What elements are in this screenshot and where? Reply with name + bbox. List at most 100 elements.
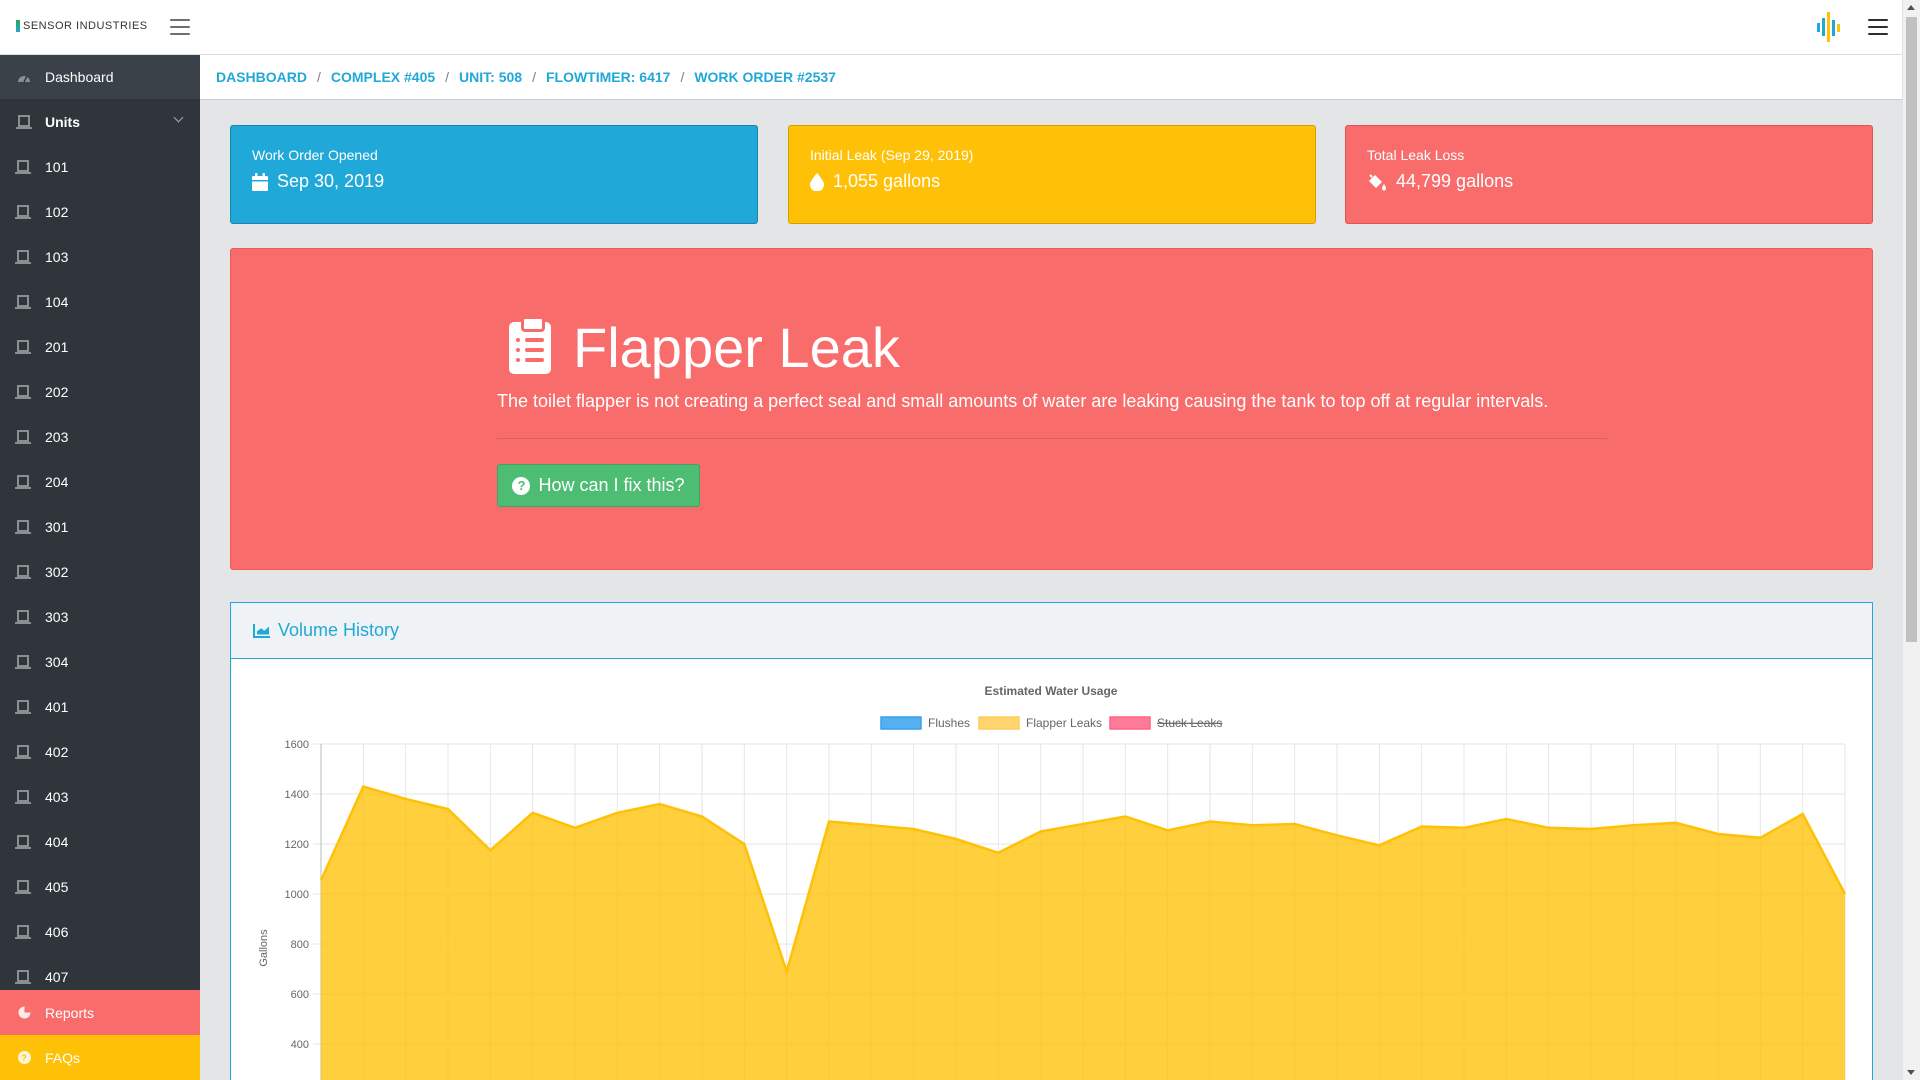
breadcrumb-item[interactable]: UNIT: 508 (459, 69, 522, 85)
legend-swatch (1109, 716, 1151, 730)
button-label: How can I fix this? (538, 475, 685, 495)
total-leak-loss-card: Total Leak Loss 44,799 gallons (1345, 125, 1873, 224)
sidebar-item-unit[interactable]: 303 (0, 594, 200, 639)
building-icon (15, 610, 31, 624)
sidebar-item-label: 403 (45, 788, 69, 805)
y-tick-label: 400 (291, 1039, 309, 1051)
sidebar-item-units[interactable]: Units (0, 99, 200, 144)
breadcrumb-item[interactable]: FLOWTIMER: 6417 (546, 69, 670, 85)
building-icon (15, 790, 31, 804)
legend-label: Flapper Leaks (1026, 716, 1102, 730)
droplet-icon (810, 172, 824, 191)
leak-diagnosis-panel: Flapper Leak The toilet flapper is not c… (230, 248, 1873, 570)
building-icon (15, 925, 31, 939)
question-circle-icon: ? (512, 476, 531, 495)
sidebar-item-unit[interactable]: 406 (0, 909, 200, 954)
y-tick-label: 1600 (285, 739, 309, 751)
area-chart-icon (253, 623, 270, 638)
building-icon (15, 475, 31, 489)
legend-swatch (978, 716, 1020, 730)
units-submenu: 101 102 103 104 201 202 203 204 301 302 303 304 401 4… (0, 144, 200, 999)
logo-text: SENSOR INDUSTRIES (23, 20, 148, 32)
building-icon (15, 520, 31, 534)
sidebar-item-label: 302 (45, 563, 69, 580)
sidebar-item-label: Dashboard (45, 69, 114, 85)
sidebar-item-unit[interactable]: 203 (0, 414, 200, 459)
sidebar-item-unit[interactable]: 102 (0, 189, 200, 234)
divider (497, 438, 1607, 439)
sidebar-item-label: 406 (45, 923, 69, 940)
building-icon (15, 430, 31, 444)
sidebar-item-unit[interactable]: 401 (0, 684, 200, 729)
breadcrumb: DASHBOARD / COMPLEX #405 / UNIT: 508 / FLOWTIM… (200, 55, 1902, 100)
paint-bucket-icon (1369, 173, 1386, 190)
sidebar-item-label: 202 (45, 383, 69, 400)
work-order-opened-card: Work Order Opened Sep 30, 2019 (230, 125, 758, 224)
sidebar-item-label: FAQs (45, 1049, 81, 1066)
y-tick-label: 600 (291, 989, 309, 1001)
building-icon (15, 250, 31, 264)
clipboard-list-icon (509, 315, 551, 374)
sidebar-item-reports[interactable]: Reports (0, 990, 200, 1035)
water-usage-chart: Estimated Water Usage Flushes Flapper Leak… (258, 684, 1847, 1080)
y-tick-label: 1400 (285, 789, 309, 801)
breadcrumb-item[interactable]: DASHBOARD (216, 69, 307, 85)
aside-menu-toggle-button[interactable] (1868, 19, 1888, 35)
sidebar-item-label: 301 (45, 518, 69, 535)
chevron-down-icon (173, 112, 184, 123)
sidebar-item-label: 304 (45, 653, 69, 670)
breadcrumb-separator: / (532, 69, 536, 85)
breadcrumb-item[interactable]: COMPLEX #405 (331, 69, 435, 85)
brand-logo[interactable]: SENSOR INDUSTRIES (16, 20, 148, 32)
sidebar-item-unit[interactable]: 103 (0, 234, 200, 279)
y-tick-label: 800 (291, 939, 309, 951)
sidebar-item-unit[interactable]: 201 (0, 324, 200, 369)
sidebar-item-unit[interactable]: 403 (0, 774, 200, 819)
sidebar-item-unit[interactable]: 104 (0, 279, 200, 324)
sidebar-item-label: 103 (45, 248, 69, 265)
sidebar-item-unit[interactable]: 302 (0, 549, 200, 594)
scroll-up-icon[interactable] (1907, 5, 1915, 10)
how-to-fix-button[interactable]: ? How can I fix this? (497, 464, 700, 507)
flapper-leaks-area (321, 786, 1845, 1080)
scroll-down-icon[interactable] (1907, 1070, 1915, 1075)
sidebar-item-unit[interactable]: 202 (0, 369, 200, 414)
scrollbar-thumb[interactable] (1906, 17, 1917, 642)
sidebar-item-unit[interactable]: 204 (0, 459, 200, 504)
speedometer-icon (17, 70, 31, 84)
volume-history-title: Volume History (278, 620, 400, 640)
sidebar-toggle-button[interactable] (170, 19, 190, 35)
sidebar-item-faqs[interactable]: ? FAQs (0, 1035, 200, 1080)
pie-chart-icon (17, 1006, 31, 1020)
leak-title: Flapper Leak (573, 316, 900, 379)
sidebar-item-unit[interactable]: 304 (0, 639, 200, 684)
sidebar-item-unit[interactable]: 405 (0, 864, 200, 909)
sidebar-item-label: 303 (45, 608, 69, 625)
legend-label: Stuck Leaks (1157, 716, 1222, 730)
breadcrumb-separator: / (445, 69, 450, 85)
sidebar-item-label: 101 (45, 158, 69, 175)
sidebar-item-label: 201 (45, 338, 69, 355)
card-label: Initial Leak (Sep 29, 2019) (810, 147, 974, 163)
building-icon (15, 880, 31, 894)
sidebar-item-unit[interactable]: 402 (0, 729, 200, 774)
sidebar-item-dashboard[interactable]: Dashboard (0, 55, 200, 99)
top-bar: SENSOR INDUSTRIES (0, 0, 1902, 55)
logo-mark-icon (16, 20, 20, 32)
sidebar-item-unit[interactable]: 101 (0, 144, 200, 189)
volume-history-card: Volume History Estimated Water Usage Flus… (230, 602, 1873, 1080)
sidebar-item-unit[interactable]: 301 (0, 504, 200, 549)
building-icon (15, 700, 31, 714)
card-value: 1,055 gallons (833, 171, 941, 191)
breadcrumb-item[interactable]: WORK ORDER #2537 (694, 69, 836, 85)
sidebar-item-label: 405 (45, 878, 69, 895)
page-scrollbar[interactable] (1902, 0, 1920, 1080)
sidebar-item-label: 407 (45, 968, 69, 985)
sidebar-item-unit[interactable]: 404 (0, 819, 200, 864)
building-icon (15, 205, 31, 219)
sidebar-item-label: 203 (45, 428, 69, 445)
legend-label: Flushes (928, 716, 970, 730)
breadcrumb-separator: / (680, 69, 685, 85)
building-icon (15, 295, 31, 309)
y-tick-label: 1200 (285, 839, 309, 851)
